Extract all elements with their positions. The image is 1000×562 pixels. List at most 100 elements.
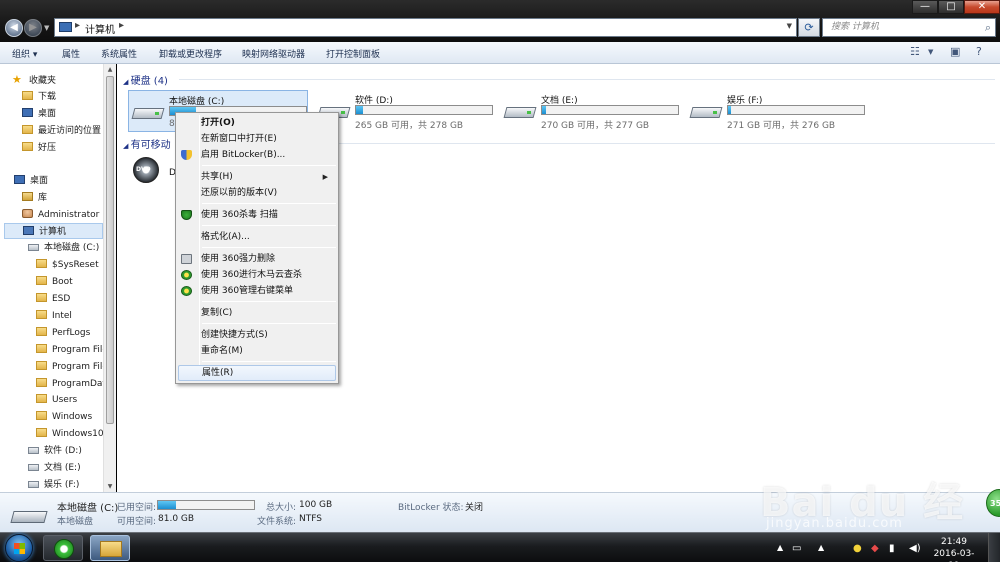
menu-item-copy[interactable]: 复制(C) (178, 305, 336, 321)
nav-administrator[interactable]: Administrator (22, 207, 99, 223)
properties-button[interactable]: 属性 (62, 47, 80, 60)
nav-folder[interactable]: Intel (36, 308, 72, 324)
group-header-removable[interactable]: ◢ 有可移动 (123, 136, 171, 151)
forward-arrow-icon: ▶ (29, 22, 37, 33)
start-button[interactable] (5, 534, 33, 562)
drive-tile-f[interactable]: 娱乐 (F:) 271 GB 可用，共 276 GB (687, 90, 867, 132)
scroll-up-icon[interactable]: ▲ (106, 66, 114, 73)
clock-time: 21:49 (941, 537, 967, 547)
drive-tile-d[interactable]: 软件 (D:) 265 GB 可用，共 278 GB (315, 90, 495, 132)
breadcrumb-separator-icon[interactable]: ▸ (119, 20, 124, 31)
drive-icon (28, 464, 39, 471)
menu-item-manage-context[interactable]: 使用 360管理右键菜单 (178, 283, 336, 299)
menu-item-properties[interactable]: 属性(R) (178, 365, 336, 381)
dvd-drive-icon[interactable]: DVD (131, 157, 163, 187)
shredder-icon (181, 254, 192, 264)
drive-icon (28, 447, 39, 454)
taskbar-360-browser[interactable] (43, 535, 83, 561)
nav-desktop-favorite[interactable]: 桌面 (22, 106, 56, 122)
desktop-icon (14, 175, 25, 184)
nav-folder[interactable]: Windows10U (36, 426, 110, 442)
menu-item-open[interactable]: 打开(O) (178, 115, 336, 131)
minimize-button[interactable]: — (912, 0, 938, 14)
guard-tray-icon[interactable]: ◆ (871, 543, 879, 554)
refresh-button[interactable]: ⟳ (798, 18, 820, 37)
taskbar-explorer[interactable] (90, 535, 130, 561)
nav-folder[interactable]: PerfLogs (36, 325, 90, 341)
address-bar[interactable]: ▸ 计算机 ▸ ▼ (54, 18, 797, 37)
collapse-icon: ◢ (123, 78, 131, 86)
nav-haoya[interactable]: 好压 (22, 140, 56, 156)
system-clock[interactable]: 21:49 2016-03-11 (930, 536, 978, 562)
nav-drive-f[interactable]: 娱乐 (F:) (28, 477, 79, 492)
menu-item-trojan-scan[interactable]: 使用 360进行木马云查杀 (178, 267, 336, 283)
search-input[interactable]: 搜索 计算机 ⌕ (822, 18, 996, 37)
nav-drive-d[interactable]: 软件 (D:) (28, 443, 82, 459)
nav-desktop[interactable]: 桌面 (14, 173, 48, 189)
library-icon (22, 192, 33, 201)
drive-tile-e[interactable]: 文档 (E:) 270 GB 可用，共 277 GB (501, 90, 681, 132)
details-free-value: 81.0 GB (158, 514, 195, 524)
recent-pages-dropdown[interactable]: ▼ (44, 24, 49, 32)
nav-local-disk-c[interactable]: 本地磁盘 (C:) (28, 240, 99, 256)
taskbar: ▲ ▭ ▲ ● ◆ ▮ ◀) 21:49 2016-03-11 (0, 532, 1000, 562)
menu-item-360-scan[interactable]: 使用 360杀毒 扫描 (178, 207, 336, 223)
menu-item-create-shortcut[interactable]: 创建快捷方式(S) (178, 327, 336, 343)
volume-icon[interactable]: ◀) (909, 543, 921, 554)
computer-icon (23, 226, 34, 235)
menu-item-format[interactable]: 格式化(A)... (178, 229, 336, 245)
nav-downloads[interactable]: 下载 (22, 89, 56, 105)
tray-expand-icon[interactable]: ▲ (777, 543, 783, 552)
security-360-tray-icon[interactable]: ● (853, 543, 862, 554)
signal-icon[interactable]: ▮ (889, 543, 895, 554)
nav-computer[interactable]: 计算机 (4, 223, 103, 239)
nav-folder[interactable]: ProgramDat (36, 376, 106, 392)
nav-scrollbar[interactable]: ▲ ▼ (103, 64, 116, 492)
nav-scrollbar-thumb[interactable] (106, 76, 114, 424)
search-icon[interactable]: ⌕ (985, 19, 991, 36)
help-icon[interactable]: ? (976, 45, 982, 61)
menu-item-rename[interactable]: 重命名(M) (178, 343, 336, 359)
system-properties-button[interactable]: 系统属性 (101, 47, 137, 60)
uninstall-program-button[interactable]: 卸载或更改程序 (159, 47, 222, 60)
menu-item-bitlocker[interactable]: 启用 BitLocker(B)... (178, 147, 336, 163)
scroll-down-icon[interactable]: ▼ (106, 483, 114, 490)
hard-drive-icon (131, 103, 165, 121)
network-drive-icon[interactable]: ▭ (792, 543, 801, 554)
view-dropdown-icon[interactable]: ▼ (928, 48, 933, 64)
nav-folder[interactable]: Program File (36, 359, 108, 375)
nav-recent-places[interactable]: 最近访问的位置 (22, 123, 101, 139)
nav-library[interactable]: 库 (22, 190, 47, 206)
forward-button[interactable]: ▶ (24, 19, 42, 37)
nav-folder[interactable]: Program File (36, 342, 108, 358)
breadcrumb-separator-icon[interactable]: ▸ (75, 20, 80, 31)
breadcrumb-computer[interactable]: 计算机 (85, 21, 115, 36)
nav-folder[interactable]: $SysReset (36, 257, 99, 273)
organize-button[interactable]: 组织 ▾ (12, 47, 37, 60)
nav-folder[interactable]: Windows (36, 409, 92, 425)
group-divider (179, 79, 995, 80)
nav-folder[interactable]: ESD (36, 291, 70, 307)
menu-item-open-new-window[interactable]: 在新窗口中打开(E) (178, 131, 336, 147)
nav-drive-e[interactable]: 文档 (E:) (28, 460, 81, 476)
address-dropdown-icon[interactable]: ▼ (787, 22, 792, 30)
show-desktop-button[interactable] (988, 533, 1000, 562)
map-network-drive-button[interactable]: 映射网络驱动器 (242, 47, 305, 60)
nav-favorites[interactable]: ★ 收藏夹 (12, 72, 56, 88)
preview-pane-icon[interactable]: ▣ (950, 45, 960, 61)
refresh-icon: ⟳ (804, 21, 814, 34)
nav-folder[interactable]: Users (36, 392, 77, 408)
menu-item-force-delete[interactable]: 使用 360强力删除 (178, 251, 336, 267)
menu-item-share[interactable]: 共享(H) ▶ (178, 169, 336, 185)
folder-icon (36, 378, 47, 387)
view-options-icon[interactable]: ☷ (910, 45, 920, 61)
menu-item-restore-previous[interactable]: 还原以前的版本(V) (178, 185, 336, 201)
tray-arrow-icon[interactable]: ▲ (818, 543, 824, 552)
close-button[interactable]: ✕ (964, 0, 1000, 14)
open-control-panel-button[interactable]: 打开控制面板 (326, 47, 380, 60)
nav-folder[interactable]: Boot (36, 274, 73, 290)
back-button[interactable]: ◀ (5, 19, 23, 37)
group-header-disks[interactable]: ◢ 硬盘 (4) (123, 72, 168, 87)
drive-free-space: 270 GB 可用，共 277 GB (541, 121, 650, 131)
maximize-button[interactable]: □ (938, 0, 964, 14)
